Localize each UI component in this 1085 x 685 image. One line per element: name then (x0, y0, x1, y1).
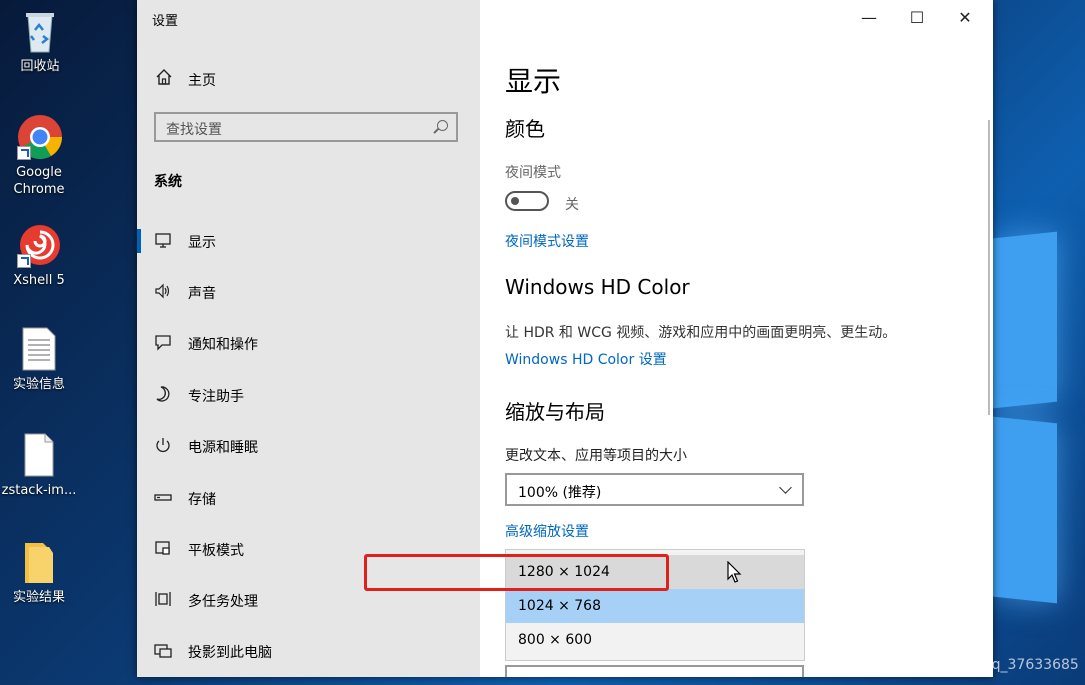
home-icon (155, 68, 173, 91)
desktop-icon-label: zstack-im... (1, 483, 77, 498)
desktop-icon-experiment-info[interactable]: 实验信息 (1, 326, 77, 393)
sidebar-item-storage[interactable]: 存储 (137, 481, 480, 515)
desktop-icon-chrome[interactable]: Google Chrome (1, 114, 77, 198)
sidebar-home[interactable]: 主页 (137, 68, 480, 92)
window-title: 设置 (152, 14, 179, 29)
night-mode-settings-link[interactable]: 夜间模式设置 (505, 231, 589, 251)
scale-select[interactable]: 100% (推荐) (505, 473, 804, 506)
folder-icon (17, 539, 61, 585)
sidebar-item-project-to-pc[interactable]: 投影到此电脑 (137, 634, 480, 668)
desktop-icon-label: 实验结果 (12, 590, 65, 605)
sidebar-item-label: 多任务处理 (188, 594, 258, 610)
orientation-select[interactable] (505, 665, 804, 677)
monitor-icon (154, 231, 172, 249)
wallpaper-windows-logo (993, 225, 1085, 665)
blank-file-icon (17, 432, 61, 478)
chevron-down-icon (779, 481, 792, 494)
maximize-button[interactable]: ☐ (893, 0, 941, 36)
color-heading: 颜色 (505, 117, 545, 141)
text-document-icon (17, 326, 61, 372)
hd-color-heading: Windows HD Color (505, 275, 690, 299)
chrome-icon (17, 114, 62, 160)
resolution-option[interactable]: 800 × 600 (506, 623, 804, 657)
desktop-icon-label: 实验信息 (12, 377, 65, 392)
xshell-icon (17, 222, 61, 268)
hd-color-description: 让 HDR 和 WCG 视频、游戏和应用中的画面更明亮、更生动。 (505, 325, 897, 341)
desktop-icon-label: 回收站 (20, 59, 60, 74)
multitask-icon (154, 590, 172, 608)
desktop-icon-label: Google Chrome (13, 165, 65, 197)
sidebar-item-label: 存储 (188, 492, 216, 508)
night-mode-state: 关 (565, 197, 579, 213)
night-mode-label: 夜间模式 (505, 165, 561, 181)
recycle-bin-icon (18, 8, 62, 54)
sidebar-item-label: 电源和睡眠 (188, 440, 258, 456)
sidebar-item-label: 声音 (188, 286, 216, 302)
project-icon (154, 641, 172, 659)
search-placeholder: 查找设置 (166, 122, 222, 138)
speaker-icon (154, 282, 172, 300)
tablet-icon (154, 539, 172, 557)
watermark: https://blog.csdn.net/qq_37633685 (833, 657, 1079, 673)
desktop-icon-xshell[interactable]: Xshell 5 (1, 222, 77, 289)
scale-label: 更改文本、应用等项目的大小 (505, 448, 687, 464)
sidebar-item-notifications[interactable]: 通知和操作 (137, 326, 480, 360)
page-title: 显示 (505, 65, 562, 98)
desktop-icon-experiment-results[interactable]: 实验结果 (1, 539, 77, 606)
annotation-highlight-box (364, 554, 669, 591)
storage-icon (154, 488, 172, 506)
sidebar-home-label: 主页 (188, 73, 216, 89)
scale-layout-heading: 缩放与布局 (505, 400, 605, 424)
sidebar-section-title: 系统 (154, 174, 182, 190)
sidebar-item-label: 专注助手 (188, 389, 244, 405)
sidebar-item-label: 通知和操作 (188, 337, 258, 353)
sidebar-item-label: 显示 (188, 235, 216, 251)
notification-icon (154, 333, 172, 351)
moon-icon (154, 385, 172, 403)
night-mode-toggle[interactable] (505, 191, 549, 211)
minimize-button[interactable]: — (845, 0, 893, 36)
sidebar-item-label: 平板模式 (188, 543, 244, 559)
power-icon (154, 436, 172, 454)
resolution-option-label: 800 × 600 (518, 632, 593, 648)
desktop-icon-zstack[interactable]: zstack-im... (1, 432, 77, 499)
window-controls: — ☐ ✕ (833, 0, 993, 36)
search-input[interactable]: 查找设置 (154, 112, 458, 142)
close-button[interactable]: ✕ (941, 0, 989, 36)
sidebar-item-sound[interactable]: 声音 (137, 275, 480, 309)
resolution-option-label: 1024 × 768 (518, 598, 601, 614)
sidebar-item-display[interactable]: 显示 (137, 224, 480, 258)
advanced-scaling-link[interactable]: 高级缩放设置 (505, 521, 589, 541)
desktop-icon-label: Xshell 5 (13, 273, 65, 288)
search-icon (437, 120, 448, 131)
sidebar-item-power-sleep[interactable]: 电源和睡眠 (137, 429, 480, 463)
scrollbar[interactable] (988, 120, 990, 415)
sidebar-item-focus-assist[interactable]: 专注助手 (137, 378, 480, 412)
hd-color-settings-link[interactable]: Windows HD Color 设置 (505, 349, 667, 369)
sidebar-item-label: 投影到此电脑 (188, 645, 272, 661)
desktop-icon-recycle-bin[interactable]: 回收站 (2, 8, 78, 75)
resolution-option[interactable]: 1024 × 768 (506, 589, 804, 623)
scale-select-value: 100% (推荐) (518, 485, 602, 501)
